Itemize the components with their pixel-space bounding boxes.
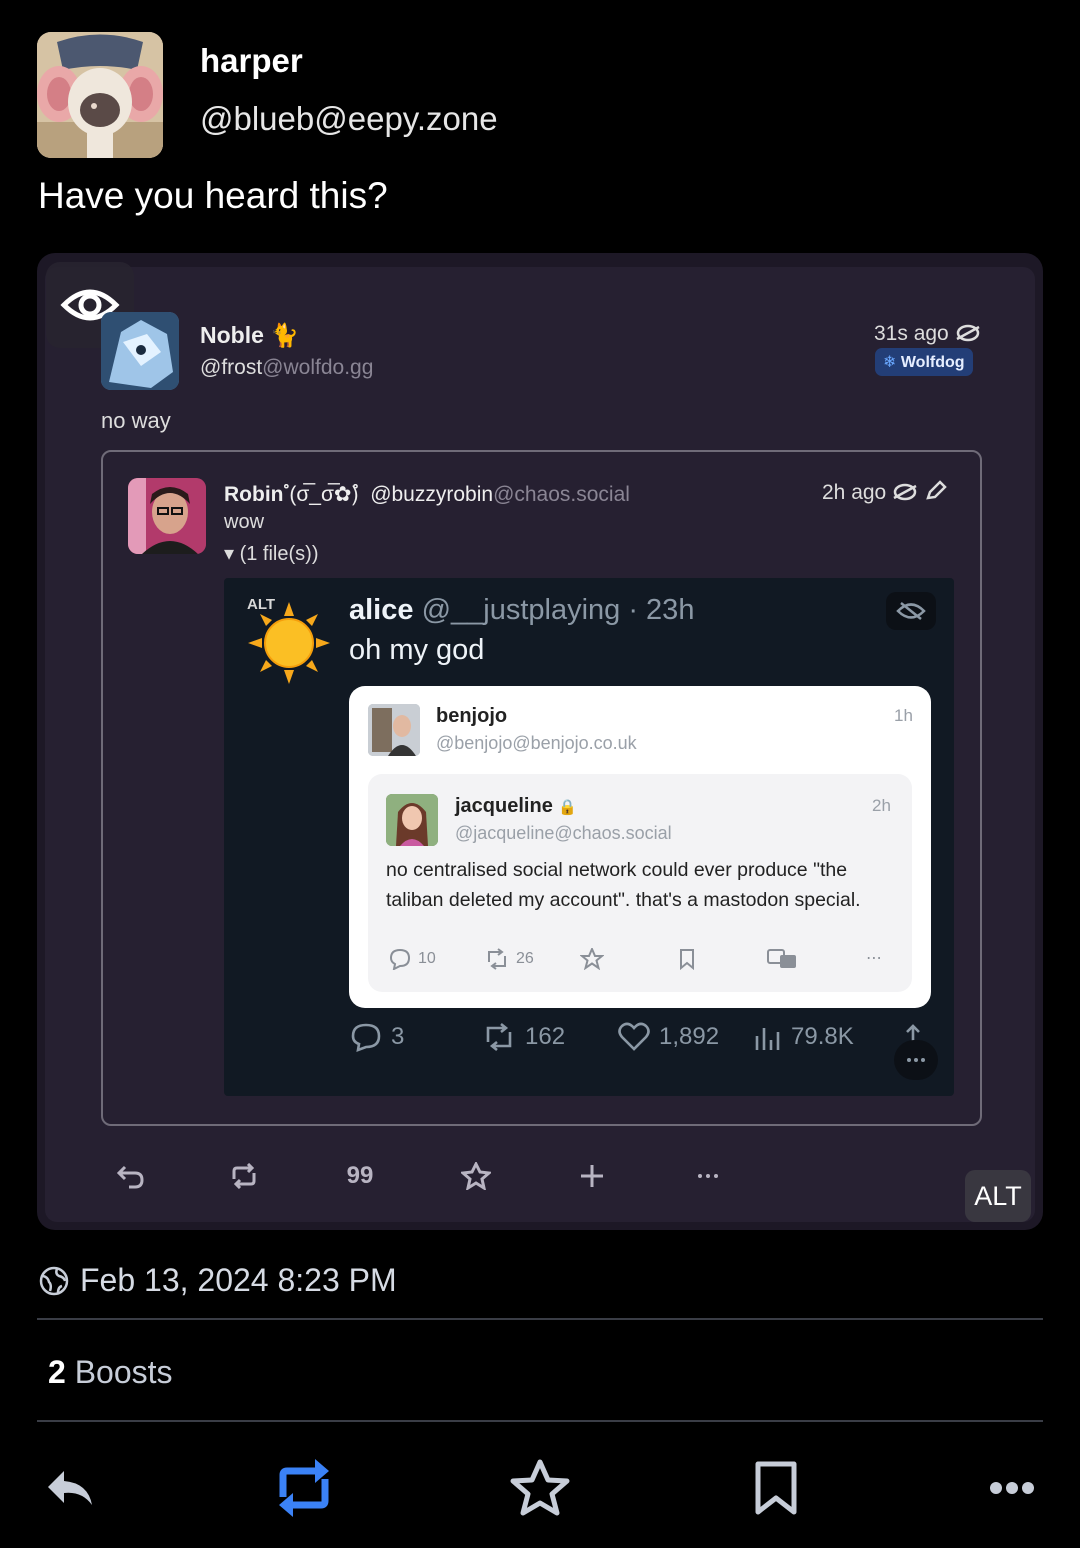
jac-boost: 26 (484, 948, 534, 970)
tweet-retweets: 162 (481, 1022, 565, 1052)
author-avatar[interactable] (37, 32, 163, 158)
views-icon (755, 1028, 780, 1050)
repeat-icon (486, 1022, 512, 1052)
tweet-more-icon (894, 1040, 938, 1080)
robin-time: 2h ago (822, 480, 948, 505)
robin-avatar (128, 478, 206, 554)
globe-outline-icon (955, 324, 980, 342)
noble-post-text: no way (101, 408, 171, 433)
author-name[interactable]: harper (200, 42, 303, 80)
reply-icon (48, 1471, 92, 1505)
robin-header: Robin ํ(σ̅_σ̅✿)ํ @buzzyrobin@chaos.socia… (224, 483, 630, 506)
embedded-plus-icon (567, 1156, 617, 1196)
repeat-icon (488, 948, 506, 970)
noble-time: 31s ago (874, 322, 981, 346)
author-handle[interactable]: @blueb@eepy.zone (200, 100, 498, 138)
benjojo-time: 1h (894, 706, 913, 725)
jacqueline-time: 2h (872, 796, 891, 815)
bookmark-button[interactable] (736, 1448, 816, 1528)
jac-reply: 10 (388, 948, 436, 970)
embedded-more-icon (683, 1156, 733, 1196)
benjojo-avatar (368, 704, 420, 756)
bookmark-icon (755, 1461, 797, 1515)
boost-icon (279, 1459, 329, 1517)
embedded-quote-icon: 99 (346, 1162, 374, 1189)
pencil-icon (926, 480, 947, 500)
noble-handle: @frost@wolfdo.gg (200, 356, 374, 379)
embedded-boost-icon (219, 1156, 269, 1196)
robin-files-toggle: ▾ (1 file(s)) (224, 543, 319, 565)
embedded-reply-icon (105, 1156, 155, 1196)
post-actions (0, 1448, 1080, 1528)
bookmark-outline-icon (678, 948, 696, 970)
jacqueline-avatar (386, 794, 438, 846)
jacqueline-actions: 10 26 ⋯ (386, 948, 896, 978)
eye-off-icon (886, 592, 936, 630)
tweet-replies: 3 (349, 1022, 404, 1052)
more-button[interactable] (972, 1448, 1052, 1528)
instance-badge: ❄ Wolfdog (875, 348, 973, 376)
embedded-actions: 99 (101, 1156, 741, 1196)
comment-icon (351, 1023, 381, 1052)
alice-post-text: oh my god (349, 634, 485, 666)
post-text: Have you heard this? (38, 175, 388, 216)
favourite-button[interactable] (500, 1448, 580, 1528)
benjojo-handle: @benjojo@benjojo.co.uk (436, 733, 637, 753)
boosts-count[interactable]: 2 Boosts (48, 1354, 173, 1391)
star-outline-icon (580, 948, 604, 970)
star-icon (510, 1459, 570, 1516)
globe-icon (39, 1266, 69, 1295)
divider (37, 1420, 1043, 1422)
jacqueline-handle: @jacqueline@chaos.social (455, 823, 672, 843)
tweet-actions: 3 162 1,892 79.8K (349, 1022, 949, 1062)
noble-name: Noble 🐈 (200, 322, 299, 348)
jacqueline-name: jacqueline 🔒 (455, 795, 578, 817)
heart-icon (618, 1022, 650, 1051)
alice-header: alice @__justplaying · 23h (349, 594, 695, 626)
globe-outline-icon (893, 483, 917, 501)
tweet-alt-label: ALT (247, 596, 276, 613)
boost-button[interactable] (264, 1448, 344, 1528)
tweet-likes: 1,892 (617, 1022, 719, 1052)
comment-icon (389, 948, 411, 970)
jacqueline-post-text: no centralised social network could ever… (386, 859, 861, 911)
noble-avatar (101, 312, 179, 390)
embedded-star-icon (451, 1156, 501, 1196)
lock-icon: 🔒 (558, 799, 578, 816)
robin-post-text: wow (224, 511, 265, 533)
tweet-views: 79.8K (753, 1022, 854, 1052)
reply-button[interactable] (30, 1448, 110, 1528)
post-timestamp[interactable]: Feb 13, 2024 8:23 PM (38, 1262, 397, 1299)
more-dots-icon: ⋯ (866, 950, 882, 967)
divider (37, 1318, 1043, 1320)
benjojo-name: benjojo (436, 705, 508, 727)
more-icon (990, 1482, 1034, 1494)
translate-icon (766, 948, 800, 970)
alt-text-button[interactable]: ALT (965, 1170, 1031, 1222)
